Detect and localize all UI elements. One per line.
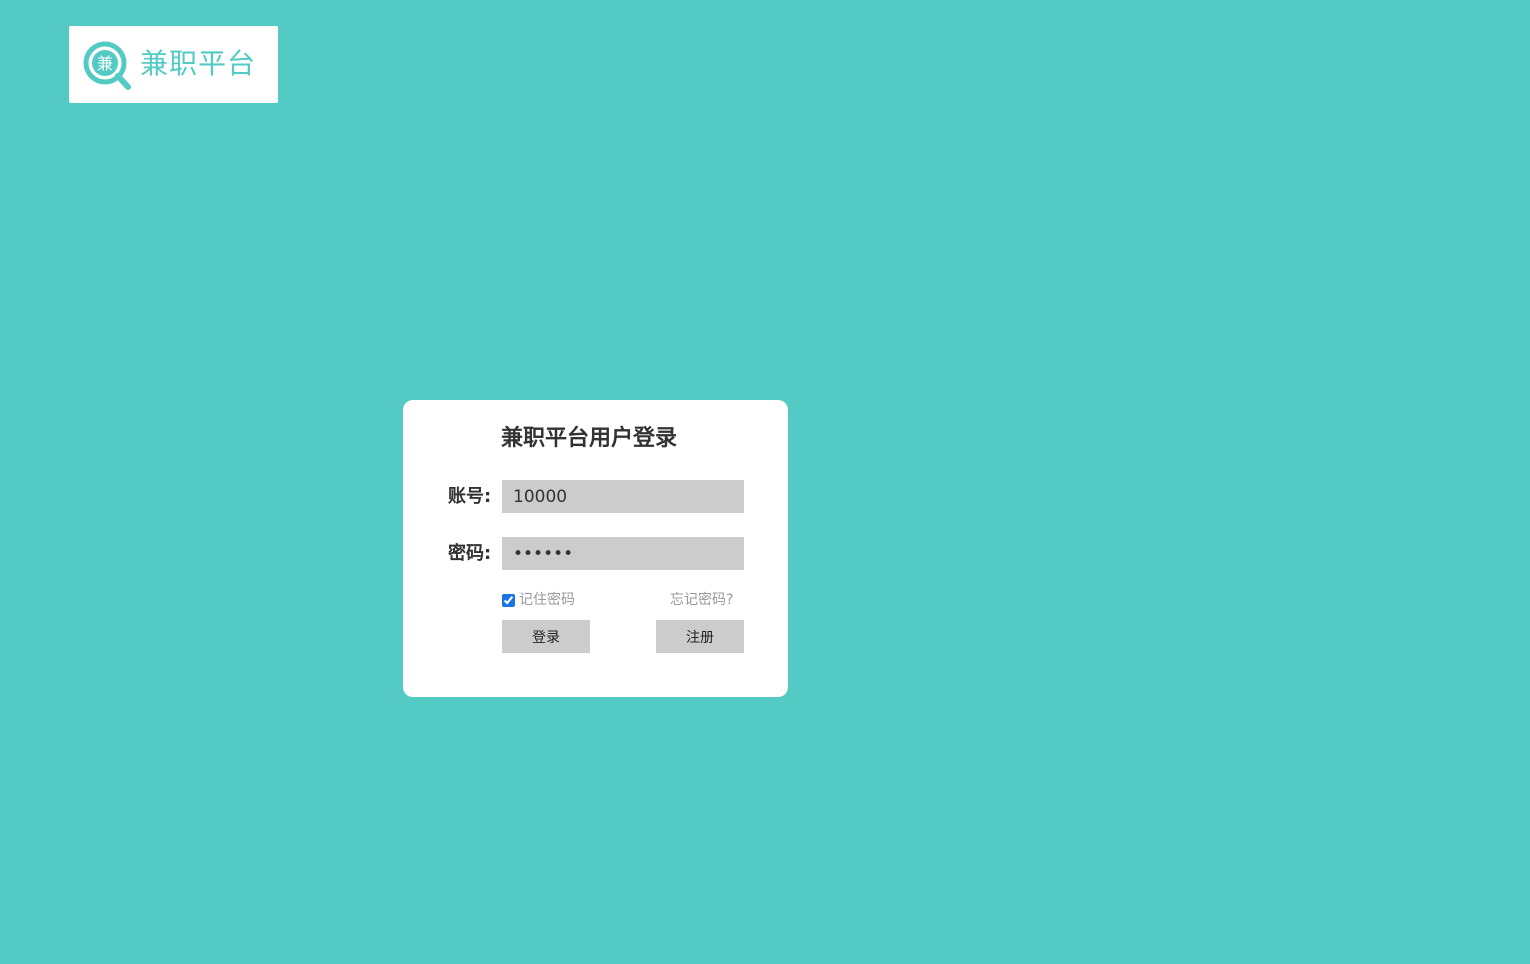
search-logo-icon: 兼 [83, 41, 131, 90]
login-title: 兼职平台用户登录 [500, 426, 677, 451]
password-input[interactable] [502, 537, 744, 570]
account-input[interactable] [502, 480, 744, 513]
remember-label: 记住密码 [519, 592, 575, 608]
remember-checkbox[interactable] [502, 593, 515, 607]
logo-box: 兼 兼职平台 [69, 26, 278, 103]
login-card: 兼职平台用户登录 账号: 密码: 记住密码 忘记密码? 登录 注册 [403, 400, 788, 697]
remember-password[interactable]: 记住密码 [502, 591, 575, 609]
register-button[interactable]: 注册 [656, 620, 744, 653]
logo-char: 兼 [97, 54, 113, 73]
account-label: 账号: [448, 486, 492, 507]
password-label: 密码: [448, 543, 492, 564]
forgot-password-link[interactable]: 忘记密码? [670, 590, 733, 610]
login-button[interactable]: 登录 [502, 620, 590, 653]
brand-name: 兼职平台 [140, 47, 257, 80]
